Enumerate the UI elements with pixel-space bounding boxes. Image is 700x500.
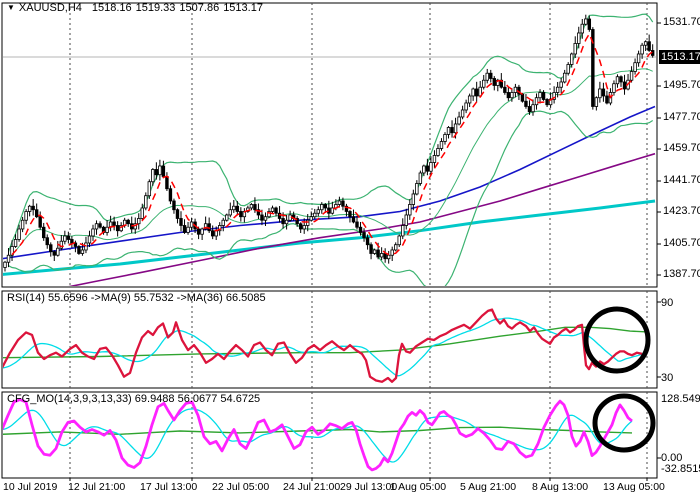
ohlc-open: 1518.16	[92, 2, 132, 14]
chart-svg	[0, 0, 700, 500]
rsi-panel-title: RSI(14) 55.6596 ->MA(9) 55.7532 ->MA(36)…	[7, 292, 266, 304]
time-axis-label: 29 Jul 13:00	[340, 481, 397, 493]
main-chart-layer	[2, 14, 657, 291]
mt4-chart-window[interactable]: ▼ XAUUSD,H4 1518.16 1519.331507.86 1513.17 R…	[0, 0, 700, 500]
cfo-panel-title: CFG_MO(14,3,9,3,13,33) 69.9488 56.0677 5…	[7, 393, 260, 405]
time-axis-label: 22 Jul 05:00	[212, 481, 269, 493]
price-axis-label: 1387.70	[663, 268, 700, 280]
time-axis-label: 10 Jul 2019	[3, 481, 57, 493]
ohlc-close: 1513.17	[223, 2, 263, 14]
price-axis-label: 1405.70	[663, 237, 700, 249]
time-axis-label: 24 Jul 21:00	[283, 481, 340, 493]
cfo-highlight-circle	[595, 396, 653, 450]
time-axis-label: 5 Aug 21:00	[460, 481, 516, 493]
price-axis-label: 1477.70	[663, 111, 700, 123]
price-axis-label: 1423.70	[663, 205, 700, 217]
cfo-layer	[2, 400, 632, 470]
chart-canvas[interactable]	[0, 0, 700, 500]
rsi-level-label: 90	[661, 297, 673, 309]
rsi-panel-frame	[2, 291, 657, 388]
cfo-level-label: -32.8515	[661, 463, 700, 475]
time-axis-label: 8 Aug 13:00	[532, 481, 588, 493]
red-dashed-ma-line	[12, 34, 653, 255]
time-axis-label: 1 Aug 05:00	[390, 481, 446, 493]
ohlc-low: 1507.86	[179, 2, 219, 14]
rsi-layer	[2, 310, 645, 382]
cfo-cyan-ma-line	[2, 409, 632, 462]
cfo-line	[2, 400, 632, 470]
time-axis-label: 12 Jul 21:00	[68, 481, 125, 493]
price-axis-label: 1531.70	[663, 16, 700, 28]
rsi-highlight-circle	[586, 309, 648, 371]
price-axis-label: 1459.70	[663, 142, 700, 154]
rsi-level-label: 30	[661, 372, 673, 384]
symbol-label: XAUUSD,H4	[19, 2, 82, 14]
price-axis-label: 1441.70	[663, 174, 700, 186]
price-axis-label: 1495.70	[663, 79, 700, 91]
time-axis-label: 13 Aug 05:00	[603, 481, 665, 493]
ohlc-high: 1519.33	[136, 2, 176, 14]
cfo-level-label: 128.5497	[661, 393, 700, 405]
current-price-box: 1513.17	[659, 50, 700, 64]
symbol-dropdown-icon: ▼	[7, 3, 15, 12]
time-axis-label: 17 Jul 13:00	[140, 481, 197, 493]
chart-ohlc-header: ▼ XAUUSD,H4 1518.16 1519.331507.86 1513.17	[7, 2, 267, 14]
rsi-line	[2, 310, 642, 382]
